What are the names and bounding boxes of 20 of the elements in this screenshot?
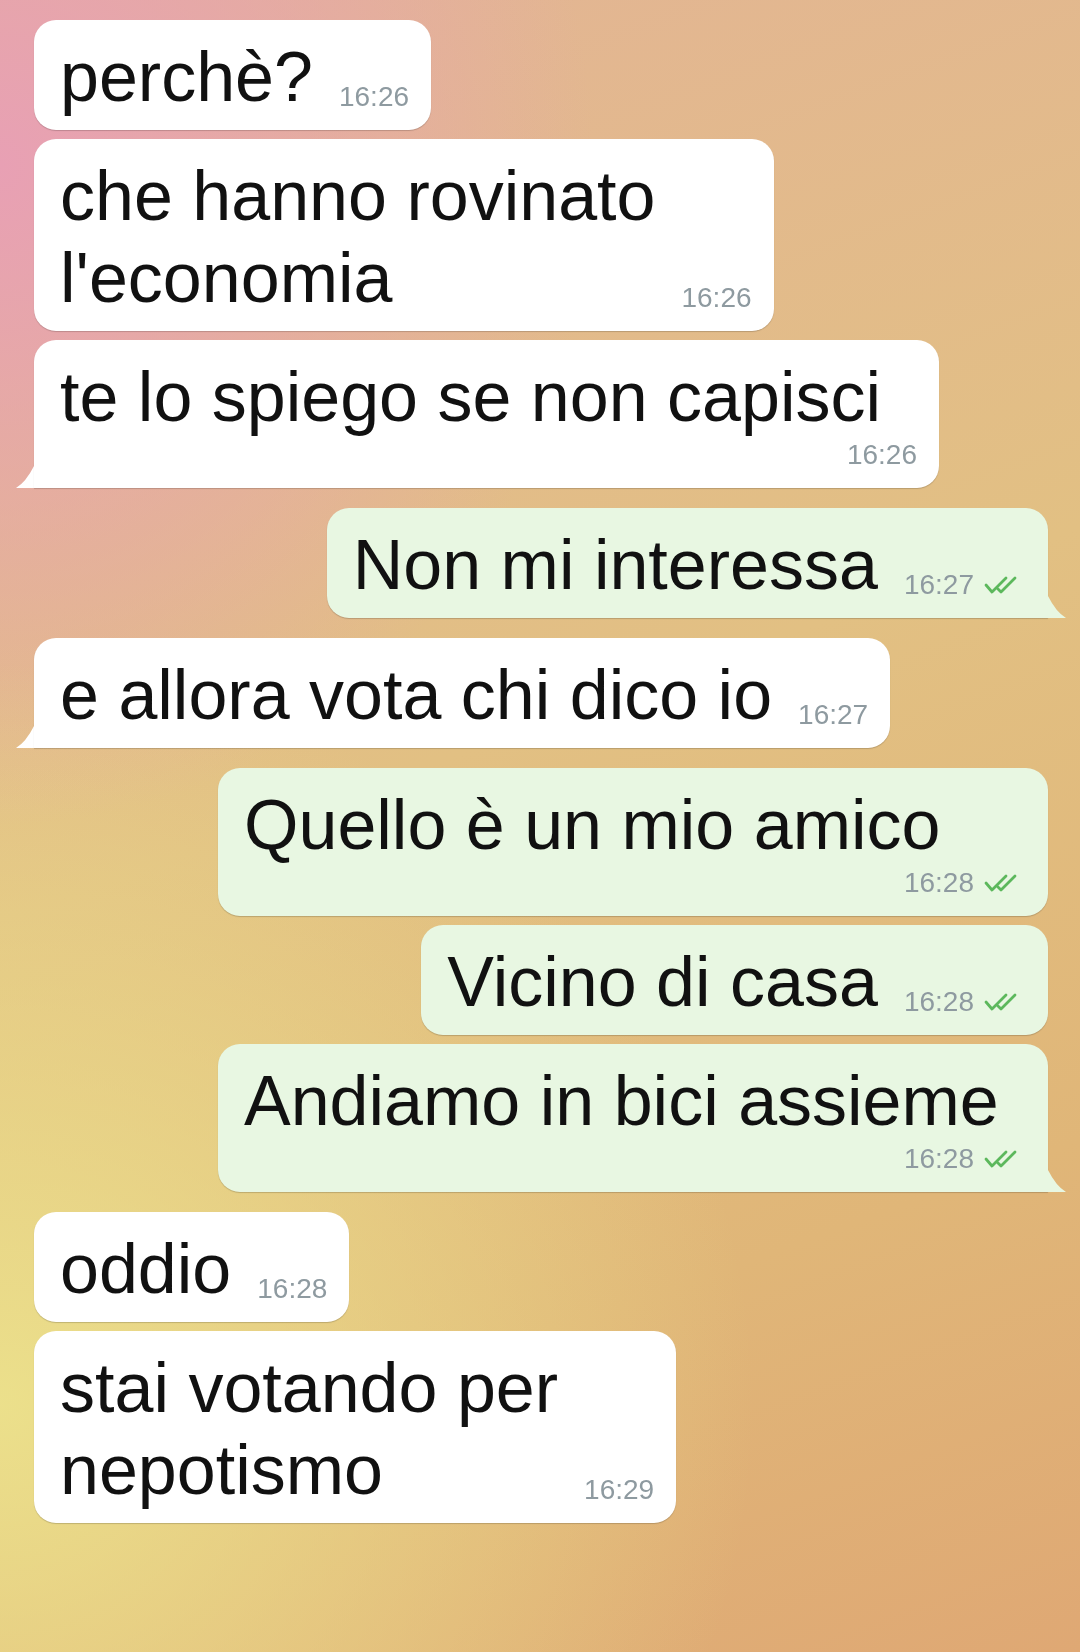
- message-time: 16:28: [257, 1272, 328, 1306]
- message-text: e allora vota chi dico io: [60, 655, 773, 736]
- message-time: 16:26: [338, 80, 410, 114]
- message-text: Non mi interessa: [352, 525, 878, 606]
- message-text: perchè?: [60, 37, 313, 118]
- message-time: 16:27: [903, 568, 974, 602]
- message-time: 16:26: [846, 438, 917, 472]
- message-time: 16:26: [681, 281, 752, 315]
- message-text: stai votando per nepotismo: [60, 1348, 559, 1511]
- message-time: 16:27: [798, 698, 869, 732]
- message-text: Quello è un mio amico: [244, 785, 941, 866]
- message-text: che hanno rovinato l'economia: [60, 156, 656, 319]
- message-text: oddio: [60, 1229, 232, 1310]
- message-time: 16:29: [584, 1473, 655, 1507]
- message-text: Vicino di casa: [447, 942, 878, 1023]
- message-text: te lo spiego se non capisci: [60, 357, 882, 438]
- message-time: 16:28: [903, 985, 974, 1019]
- message-time: 16:28: [903, 866, 974, 900]
- message-time: 16:28: [903, 1142, 974, 1176]
- message-text: Andiamo in bici assieme: [244, 1061, 999, 1142]
